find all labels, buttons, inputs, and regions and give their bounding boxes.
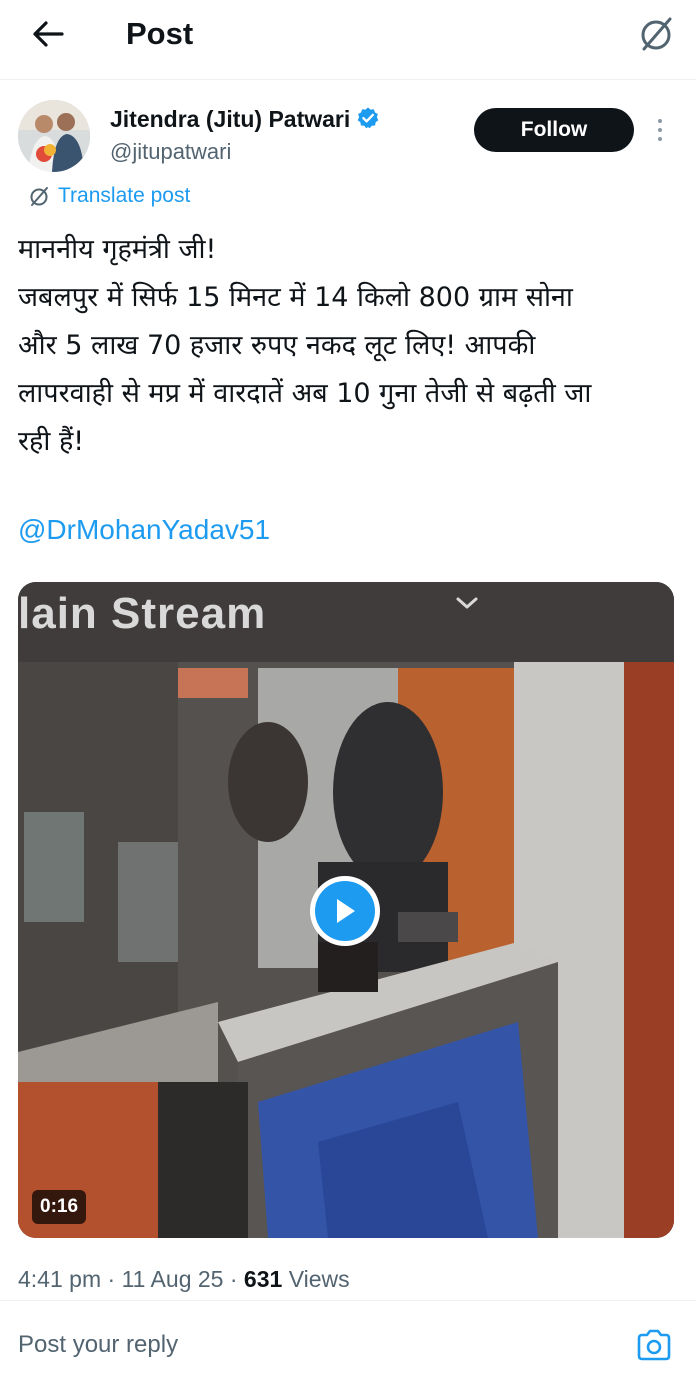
- reply-input[interactable]: [18, 1325, 598, 1365]
- reply-bar: [0, 1301, 696, 1377]
- video-player[interactable]: lain Stream 0:16: [18, 582, 674, 1238]
- camera-icon: [637, 1329, 671, 1361]
- post-text-line: लापरवाही से मप्र में वारदातें अब 10 गुना…: [18, 378, 592, 409]
- arrow-left-icon: [33, 21, 64, 47]
- more-dot-icon: [658, 119, 662, 123]
- views-label: Views: [288, 1266, 350, 1292]
- author-name-row[interactable]: Jitendra (Jitu) Patwari: [110, 102, 380, 136]
- views-count[interactable]: 631: [244, 1266, 282, 1292]
- meta-separator: ·: [107, 1266, 116, 1292]
- meta-separator: ·: [229, 1266, 238, 1292]
- page-title: Post: [126, 16, 194, 51]
- verified-badge-icon: [357, 107, 379, 129]
- post-time: 4:41 pm: [18, 1266, 102, 1292]
- grok-button[interactable]: [632, 12, 680, 56]
- play-button-inner: [315, 881, 375, 941]
- video-overlay-text: lain Stream: [18, 589, 267, 638]
- author-handle[interactable]: @jitupatwari: [110, 136, 231, 168]
- play-button[interactable]: [310, 876, 380, 946]
- grok-slash-icon: [641, 17, 672, 51]
- avatar-photo: [18, 100, 90, 172]
- translate-label[interactable]: Translate post: [58, 184, 190, 208]
- post-text-line: रही हैं!: [18, 426, 85, 457]
- follow-button[interactable]: Follow: [474, 108, 634, 152]
- top-bar: Post: [0, 0, 696, 80]
- more-dot-icon: [658, 137, 662, 141]
- post-date: 11 Aug 25: [121, 1266, 224, 1292]
- post-metadata: 4:41 pm · 11 Aug 25 · 631 Views: [18, 1262, 350, 1296]
- more-options-button[interactable]: [648, 112, 672, 148]
- back-button[interactable]: [24, 14, 72, 54]
- post-text-line: जबलपुर में सिर्फ 15 मिनट में 14 किलो 800…: [18, 282, 573, 313]
- play-icon: [337, 899, 355, 923]
- grok-slash-icon: [30, 187, 48, 206]
- author-name[interactable]: Jitendra (Jitu) Patwari: [110, 106, 350, 132]
- mention-link[interactable]: @DrMohanYadav51: [18, 508, 270, 552]
- post-text-line: माननीय गृहमंत्री जी!: [18, 234, 217, 265]
- author-avatar[interactable]: [18, 100, 90, 172]
- post-body: माननीय गृहमंत्री जी! जबलपुर में सिर्फ 15…: [18, 226, 668, 466]
- post-text-line: और 5 लाख 70 हजार रुपए नकद लूट लिए! आपकी: [18, 330, 536, 361]
- camera-button[interactable]: [632, 1325, 676, 1365]
- chevron-down-icon: [456, 597, 478, 609]
- video-duration-badge: 0:16: [32, 1190, 87, 1224]
- more-dot-icon: [658, 128, 662, 132]
- translate-post-link[interactable]: Translate post: [28, 180, 190, 212]
